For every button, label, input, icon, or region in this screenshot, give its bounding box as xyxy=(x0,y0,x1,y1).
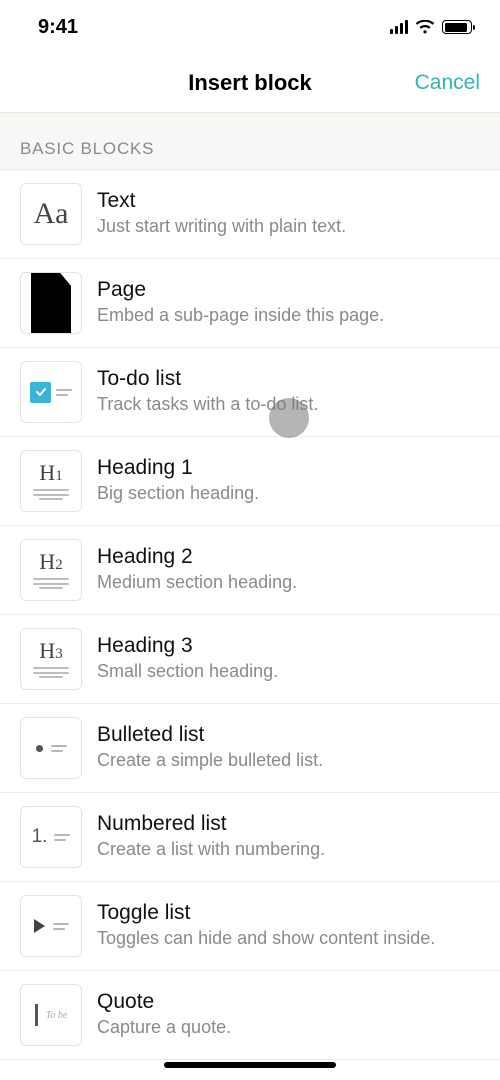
block-desc: Create a list with numbering. xyxy=(97,838,480,861)
page-icon xyxy=(20,272,82,334)
block-title: Quote xyxy=(97,990,480,1014)
block-desc: Track tasks with a to-do list. xyxy=(97,393,480,416)
modal-header: Insert block Cancel xyxy=(0,54,500,112)
block-option-page[interactable]: Page Embed a sub-page inside this page. xyxy=(0,259,500,348)
home-indicator[interactable] xyxy=(164,1062,336,1068)
block-title: Page xyxy=(97,278,480,302)
block-desc: Create a simple bulleted list. xyxy=(97,749,480,772)
block-desc: Small section heading. xyxy=(97,660,480,683)
block-desc: Just start writing with plain text. xyxy=(97,215,480,238)
block-option-toggle[interactable]: Toggle list Toggles can hide and show co… xyxy=(0,882,500,971)
heading3-icon: H3 xyxy=(20,628,82,690)
quote-icon: To be xyxy=(20,984,82,1046)
block-option-heading2[interactable]: H2 Heading 2 Medium section heading. xyxy=(0,526,500,615)
section-header-basic: BASIC BLOCKS xyxy=(0,112,500,170)
block-title: Heading 3 xyxy=(97,634,480,658)
block-desc: Embed a sub-page inside this page. xyxy=(97,304,480,327)
block-title: Text xyxy=(97,189,480,213)
status-indicators xyxy=(390,20,473,35)
text-icon: Aa xyxy=(20,183,82,245)
block-title: Heading 2 xyxy=(97,545,480,569)
block-option-heading3[interactable]: H3 Heading 3 Small section heading. xyxy=(0,615,500,704)
block-title: Toggle list xyxy=(97,901,480,925)
bullet-icon xyxy=(20,717,82,779)
block-desc: Toggles can hide and show content inside… xyxy=(97,927,480,950)
status-bar: 9:41 xyxy=(0,0,500,54)
heading1-icon: H1 xyxy=(20,450,82,512)
heading2-icon: H2 xyxy=(20,539,82,601)
block-title: Bulleted list xyxy=(97,723,480,747)
block-title: To-do list xyxy=(97,367,480,391)
block-desc: Capture a quote. xyxy=(97,1016,480,1039)
toggle-icon xyxy=(20,895,82,957)
block-option-bulleted[interactable]: Bulleted list Create a simple bulleted l… xyxy=(0,704,500,793)
status-time: 9:41 xyxy=(38,16,78,39)
checkbox-icon xyxy=(20,361,82,423)
cancel-button[interactable]: Cancel xyxy=(415,71,480,95)
block-option-numbered[interactable]: 1. Numbered list Create a list with numb… xyxy=(0,793,500,882)
cellular-icon xyxy=(390,20,409,34)
block-option-todo[interactable]: To-do list Track tasks with a to-do list… xyxy=(0,348,500,437)
block-option-text[interactable]: Aa Text Just start writing with plain te… xyxy=(0,170,500,259)
block-desc: Big section heading. xyxy=(97,482,480,505)
battery-icon xyxy=(442,20,472,34)
block-title: Heading 1 xyxy=(97,456,480,480)
block-option-heading1[interactable]: H1 Heading 1 Big section heading. xyxy=(0,437,500,526)
block-option-quote[interactable]: To be Quote Capture a quote. xyxy=(0,971,500,1060)
block-desc: Medium section heading. xyxy=(97,571,480,594)
wifi-icon xyxy=(415,20,435,35)
numbered-icon: 1. xyxy=(20,806,82,868)
page-title: Insert block xyxy=(188,70,311,96)
block-title: Numbered list xyxy=(97,812,480,836)
